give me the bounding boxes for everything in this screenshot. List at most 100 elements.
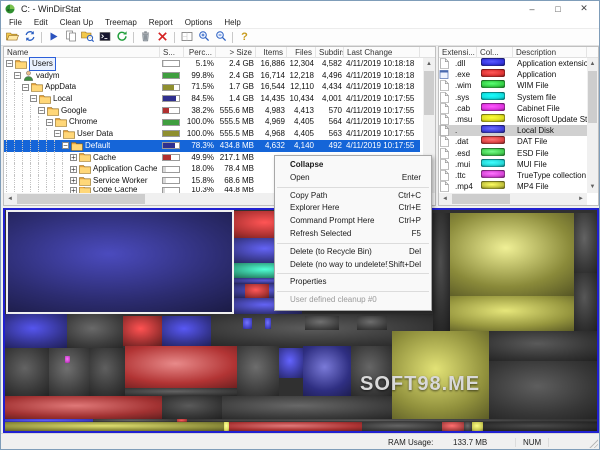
dir-col-perc[interactable]: Perc...	[184, 47, 216, 58]
tree-row-users[interactable]: − Users 5.1% 2.4 GB 16,886 12,304 4,582 4/11/20…	[4, 57, 420, 71]
tree-row-default[interactable]: − Default 78.3% 434.8 MB 4,632 4,140 492 4/11/2…	[4, 139, 420, 152]
context-menu-item-delete-no-way-to-undelete[interactable]: Delete (no way to undelete!) Shift+Del	[275, 259, 431, 272]
minimize-button[interactable]: –	[519, 1, 545, 16]
treemap-block[interactable]	[125, 346, 237, 388]
collapse-icon[interactable]: −	[14, 72, 21, 80]
menu-file[interactable]: File	[3, 18, 28, 27]
treemap-block[interactable]	[222, 396, 392, 419]
open-button[interactable]	[5, 30, 20, 44]
menu-edit[interactable]: Edit	[28, 18, 54, 27]
menu-treemap[interactable]: Treemap	[99, 18, 143, 27]
scroll-up-icon[interactable]: ▲	[587, 58, 598, 70]
collapse-icon[interactable]: −	[54, 130, 61, 138]
delete-button[interactable]	[155, 30, 170, 44]
recycle-bin-button[interactable]	[138, 30, 153, 44]
treemap-block[interactable]	[574, 213, 597, 273]
tree-row-local[interactable]: − Local 84.5% 1.4 GB 14,435 10,434 4,001 4/11/2…	[4, 93, 420, 105]
treemap-block[interactable]	[65, 356, 70, 363]
context-menu-item-open[interactable]: Open Enter	[275, 172, 431, 185]
treemap-block[interactable]	[362, 422, 442, 431]
tree-row-chrome[interactable]: − Chrome 100.0% 555.5 MB 4,969 4,405 564 4/11/2…	[4, 116, 420, 129]
treemap-block[interactable]	[89, 348, 125, 396]
show-treemap-button[interactable]	[179, 30, 194, 44]
zoom-in-button[interactable]	[196, 30, 211, 44]
treemap-block[interactable]	[472, 422, 483, 431]
treemap-block[interactable]	[245, 284, 269, 298]
treemap-block[interactable]	[67, 314, 123, 348]
menu-options[interactable]: Options	[179, 18, 219, 27]
treemap-block[interactable]	[574, 273, 597, 331]
dir-col-files[interactable]: Files	[287, 47, 316, 58]
ext-col-0[interactable]: Extensi...	[439, 47, 477, 58]
scroll-left-icon[interactable]: ◄	[439, 193, 451, 205]
ext-row-cab[interactable]: .cab Cabinet File	[439, 102, 589, 114]
copy-path-button[interactable]	[63, 30, 78, 44]
dir-col-items[interactable]: Items	[256, 47, 287, 58]
extension-vertical-scrollbar[interactable]: ▲ ▼	[587, 58, 598, 193]
scroll-left-icon[interactable]: ◄	[4, 193, 16, 205]
context-menu-item-command-prompt-here[interactable]: Command Prompt Here Ctrl+P	[275, 215, 431, 228]
ext-row-dll[interactable]: .dll Application extension	[439, 58, 589, 69]
treemap-block[interactable]	[450, 296, 574, 331]
refresh-all-button[interactable]	[22, 30, 37, 44]
treemap-block[interactable]	[243, 318, 252, 329]
ext-col-1[interactable]: Col...	[477, 47, 513, 58]
refresh-selected-button[interactable]	[114, 30, 129, 44]
dir-col-lastchange[interactable]: Last Change	[344, 47, 420, 58]
collapse-icon[interactable]: −	[38, 107, 45, 115]
scroll-right-icon[interactable]: ►	[575, 193, 587, 205]
scrollbar-thumb[interactable]	[17, 194, 145, 204]
treemap-block[interactable]	[442, 422, 464, 431]
ext-row-no-extension[interactable]: . Local Disk	[439, 125, 589, 137]
treemap-block[interactable]	[305, 316, 339, 330]
collapse-icon[interactable]: −	[30, 95, 37, 103]
treemap-block[interactable]	[450, 213, 574, 296]
scroll-down-icon[interactable]: ▼	[587, 181, 598, 193]
treemap-block[interactable]	[303, 346, 351, 396]
treemap-block[interactable]	[357, 316, 387, 330]
menu-clean-up[interactable]: Clean Up	[54, 18, 99, 27]
collapse-icon[interactable]: −	[62, 142, 69, 150]
tree-row-user-data[interactable]: − User Data 100.0% 555.5 MB 4,968 4,405 563 4/1…	[4, 128, 420, 140]
scrollbar-thumb[interactable]	[588, 71, 597, 123]
treemap-block[interactable]	[229, 422, 362, 431]
ext-row-msu[interactable]: .msu Microsoft Update Standa	[439, 113, 589, 125]
close-button[interactable]: ✕	[571, 1, 597, 16]
treemap-block[interactable]	[489, 361, 597, 421]
tree-row-google[interactable]: − Google 38.2% 555.6 MB 4,983 4,413 570 4/11/20…	[4, 104, 420, 117]
treemap-block[interactable]	[5, 422, 224, 431]
treemap-block[interactable]	[125, 388, 237, 396]
zoom-out-button[interactable]	[213, 30, 228, 44]
menu-help[interactable]: Help	[218, 18, 246, 27]
scroll-up-icon[interactable]: ▲	[423, 58, 435, 70]
ext-row-exe[interactable]: .exe Application	[439, 69, 589, 80]
treemap-block[interactable]	[123, 316, 162, 346]
treemap-block[interactable]	[162, 316, 211, 346]
ext-row-sys[interactable]: .sys System file	[439, 91, 589, 103]
treemap-block[interactable]	[265, 318, 271, 329]
resume-button[interactable]	[46, 30, 61, 44]
context-menu-item-explorer-here[interactable]: Explorer Here Ctrl+E	[275, 202, 431, 215]
resize-grip-icon[interactable]	[588, 438, 598, 448]
treemap-block[interactable]	[5, 314, 67, 348]
treemap-block[interactable]	[237, 346, 279, 396]
treemap-block[interactable]	[433, 213, 450, 331]
dir-col-subdirs[interactable]: Subdirs	[316, 47, 344, 58]
treemap-block[interactable]	[279, 348, 303, 378]
help-button[interactable]: ?	[237, 30, 252, 44]
ext-row-esd[interactable]: .esd ESD File	[439, 147, 589, 159]
ext-row-dat[interactable]: .dat DAT File	[439, 136, 589, 148]
context-menu-item-refresh-selected[interactable]: Refresh Selected F5	[275, 228, 431, 241]
expand-icon[interactable]: +	[70, 177, 77, 185]
treemap-block[interactable]	[483, 422, 597, 431]
context-menu-item-properties[interactable]: Properties	[275, 276, 431, 289]
treemap-block[interactable]	[162, 396, 222, 419]
maximize-button[interactable]: □	[545, 1, 571, 16]
explorer-here-button[interactable]	[80, 30, 95, 44]
collapse-icon[interactable]: −	[6, 60, 13, 68]
collapse-icon[interactable]: −	[46, 118, 53, 126]
extension-horizontal-scrollbar[interactable]: ◄ ►	[439, 193, 587, 205]
ext-row-ttc[interactable]: .ttc TrueType collection font	[439, 169, 589, 181]
tree-row-vadym[interactable]: − vadym 99.8% 2.4 GB 16,714 12,218 4,496 4/11/2…	[4, 69, 420, 82]
ext-col-2[interactable]: Description	[513, 47, 587, 58]
